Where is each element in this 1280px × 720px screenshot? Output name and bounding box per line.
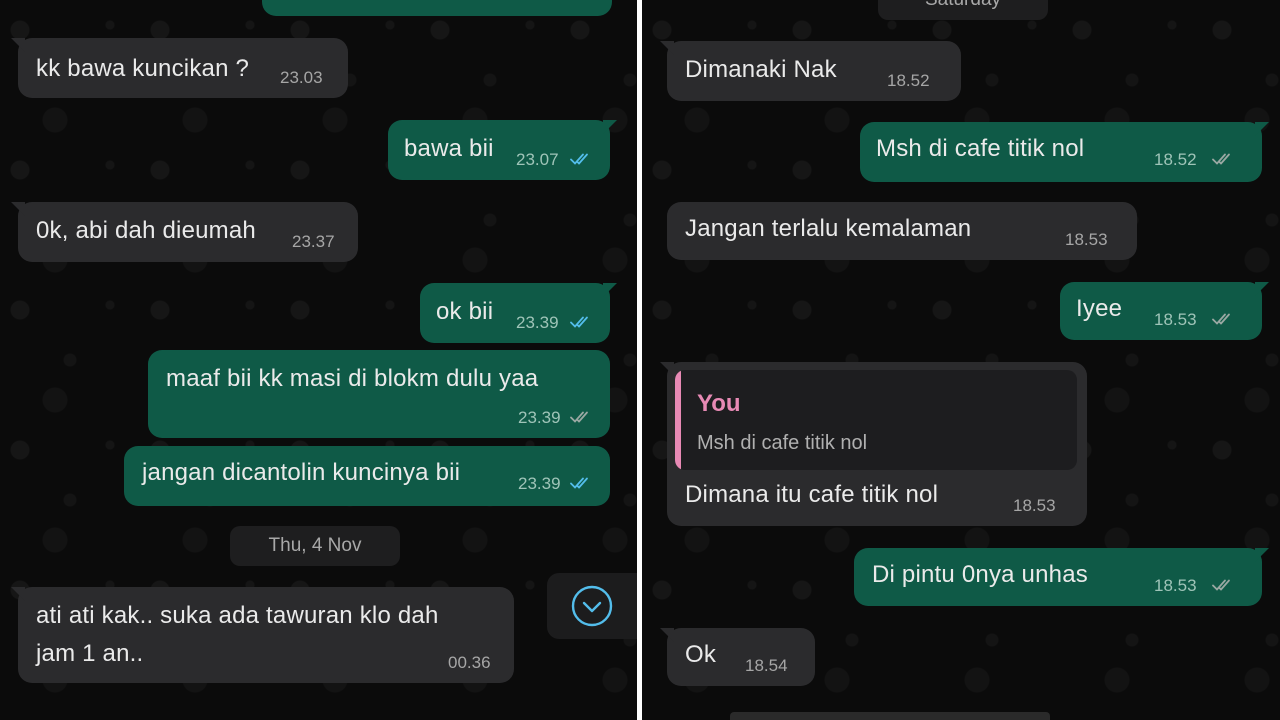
chevron-down-circle-icon [571,585,613,627]
message-bubble-outgoing[interactable]: maaf bii kk masi di blokm dulu yaa 23.39 [148,350,610,438]
message-bubble-partial [262,0,612,16]
message-bubble-incoming[interactable]: 0k, abi dah dieumah 23.37 [11,202,358,262]
message-time: 00.36 [448,653,491,672]
message-bubble-outgoing[interactable]: Msh di cafe titik nol 18.52 [860,122,1269,182]
date-separator: Saturday [878,0,1048,20]
message-bubble-outgoing[interactable]: ok bii 23.39 [420,283,617,343]
message-time: 18.52 [1154,150,1197,169]
message-time: 18.54 [745,656,788,675]
message-text: maaf bii kk masi di blokm dulu yaa [166,365,539,392]
message-time: 18.53 [1013,496,1056,515]
message-text: Ok [685,641,717,668]
message-text-line2: jam 1 an.. [36,640,144,667]
message-time: 18.53 [1154,576,1197,595]
chat-screenshot-left: kk bawa kuncikan ? 23.03 bawa bii 23.07 … [0,0,637,720]
read-receipt-icon [570,315,596,329]
message-text: Msh di cafe titik nol [876,135,1085,162]
quoted-message[interactable]: You Msh di cafe titik nol [675,370,1077,470]
message-bubble-incoming[interactable]: Dimanaki Nak 18.52 [660,41,961,101]
date-separator: Thu, 4 Nov [230,526,400,566]
chat-screenshot-right: Saturday Dimanaki Nak 18.52 Msh di cafe … [642,0,1280,720]
message-time: 18.52 [887,71,930,90]
scroll-to-bottom-button[interactable] [547,573,637,639]
message-time: 23.39 [516,313,559,332]
delivered-receipt-icon [570,410,596,424]
input-bar-edge [730,712,1050,720]
delivered-receipt-icon [1212,312,1238,326]
message-time: 23.39 [518,474,561,493]
message-bubble-incoming[interactable]: kk bawa kuncikan ? 23.03 [11,38,348,98]
message-bubble-outgoing[interactable]: jangan dicantolin kuncinya bii 23.39 [124,446,610,506]
delivered-receipt-icon [1212,578,1238,592]
message-bubble-incoming[interactable]: ati ati kak.. suka ada tawuran klo dah j… [11,587,514,683]
message-bubble-incoming-reply[interactable]: You Msh di cafe titik nol Dimana itu caf… [660,362,1087,526]
message-text: Di pintu 0nya unhas [872,561,1088,588]
message-text: jangan dicantolin kuncinya bii [142,459,461,486]
message-text: kk bawa kuncikan ? [36,55,250,82]
delivered-receipt-icon [1212,152,1238,166]
message-bubble-outgoing[interactable]: Di pintu 0nya unhas 18.53 [854,548,1269,606]
message-bubble-incoming[interactable]: Ok 18.54 [660,628,815,686]
read-receipt-icon [570,476,596,490]
message-text: Dimana itu cafe titik nol [685,481,939,508]
message-text-line1: ati ati kak.. suka ada tawuran klo dah [36,602,439,629]
message-text: 0k, abi dah dieumah [36,217,256,244]
message-time: 23.07 [516,150,559,169]
message-bubble-incoming[interactable]: Jangan terlalu kemalaman 18.53 [667,202,1137,260]
message-time: 18.53 [1154,310,1197,329]
message-bubble-outgoing[interactable]: bawa bii 23.07 [388,120,617,180]
message-text: Jangan terlalu kemalaman [685,215,972,242]
message-text: Iyee [1076,295,1123,322]
message-text: bawa bii [404,135,494,162]
message-text: Dimanaki Nak [685,56,837,83]
message-time: 23.39 [518,408,561,427]
quote-accent-bar [675,370,681,470]
message-time: 23.37 [292,232,335,251]
message-time: 18.53 [1065,230,1108,249]
quote-text: Msh di cafe titik nol [697,432,868,454]
quote-author: You [697,390,741,417]
message-bubble-outgoing[interactable]: Iyee 18.53 [1060,282,1269,340]
message-time: 23.03 [280,68,323,87]
read-receipt-icon [570,152,596,166]
message-text: ok bii [436,298,494,325]
